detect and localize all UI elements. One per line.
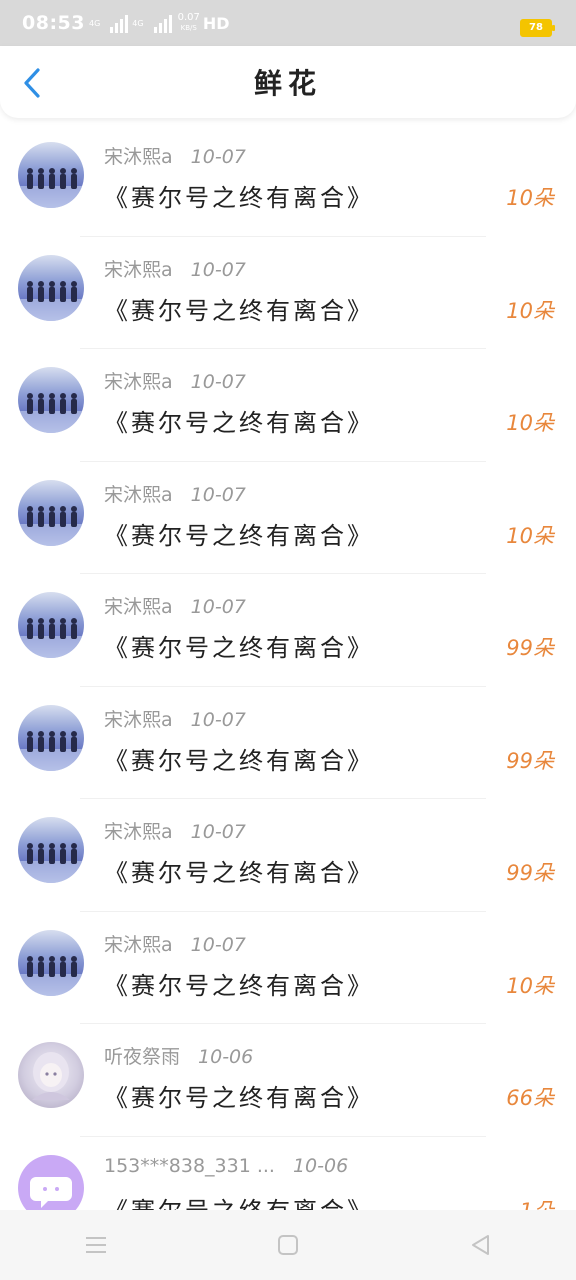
signal-icon <box>110 13 129 33</box>
status-time: 08:53 <box>22 12 85 34</box>
sender-name[interactable]: 宋沐熙a <box>104 146 173 168</box>
sender-name[interactable]: 宋沐熙a <box>104 259 173 281</box>
avatar-group-silhouette[interactable] <box>18 704 84 771</box>
list-item[interactable]: 宋沐熙a 10-07 《赛尔号之终有离合》 10朵 <box>0 912 576 1024</box>
sender-name[interactable]: 宋沐熙a <box>104 709 173 731</box>
avatar-anime-girl[interactable] <box>18 1042 84 1108</box>
flower-count: 99朵 <box>506 636 554 660</box>
list-item[interactable]: 听夜祭雨 10-06 《赛尔号之终有离合》 66朵 <box>0 1024 576 1137</box>
network-type-2: 4G <box>132 18 144 28</box>
network-speed-unit: KB/S <box>180 24 197 32</box>
sender-name[interactable]: 宋沐熙a <box>104 484 173 506</box>
chevron-left-icon <box>24 68 40 98</box>
network-speed: 0.07 KB/S <box>178 13 200 33</box>
gift-date: 10-07 <box>190 596 246 618</box>
avatar-group-silhouette[interactable] <box>18 929 84 996</box>
sender-line: 听夜祭雨 10-06 <box>104 1042 253 1069</box>
book-title[interactable]: 《赛尔号之终有离合》 <box>104 403 374 438</box>
menu-button[interactable] <box>76 1225 116 1265</box>
network-type-1: 4G <box>88 18 101 28</box>
book-title[interactable]: 《赛尔号之终有离合》 <box>104 1078 374 1113</box>
menu-icon <box>86 1237 106 1253</box>
sender-line: 宋沐熙a 10-07 <box>104 367 246 394</box>
avatar-group-silhouette[interactable] <box>18 367 84 433</box>
sender-name[interactable]: 宋沐熙a <box>104 371 173 393</box>
sender-name[interactable]: 听夜祭雨 <box>104 1046 180 1068</box>
status-bar: 08:53 4G 4G 0.07 KB/S HD 78 <box>0 0 576 46</box>
book-title[interactable]: 《赛尔号之终有离合》 <box>104 178 374 213</box>
gift-date: 10-07 <box>190 371 246 393</box>
flower-count: 99朵 <box>506 748 554 773</box>
home-button[interactable] <box>268 1225 308 1265</box>
list-item[interactable]: 宋沐熙a 10-07 《赛尔号之终有离合》 10朵 <box>0 124 576 237</box>
sender-line: 宋沐熙a 10-07 <box>104 705 246 732</box>
book-title[interactable]: 《赛尔号之终有离合》 <box>104 516 374 551</box>
book-title[interactable]: 《赛尔号之终有离合》 <box>104 628 374 663</box>
gift-date: 10-07 <box>190 146 246 168</box>
nav-back-button[interactable] <box>460 1225 500 1265</box>
sender-line: 宋沐熙a 10-07 <box>104 817 246 844</box>
list-item[interactable]: 宋沐熙a 10-07 《赛尔号之终有离合》 99朵 <box>0 574 576 687</box>
flower-count: 99朵 <box>506 861 554 885</box>
network-speed-value: 0.07 <box>177 12 200 23</box>
list-item[interactable]: 宋沐熙a 10-07 《赛尔号之终有离合》 99朵 <box>0 799 576 912</box>
book-title[interactable]: 《赛尔号之终有离合》 <box>104 966 374 1001</box>
hd-indicator: HD <box>202 13 230 33</box>
book-title[interactable]: 《赛尔号之终有离合》 <box>104 741 374 776</box>
sender-name[interactable]: 153***838_331 ... <box>104 1155 275 1177</box>
avatar-group-silhouette[interactable] <box>18 479 84 546</box>
flower-count: 10朵 <box>506 298 554 323</box>
sender-name[interactable]: 宋沐熙a <box>104 934 173 956</box>
sender-line: 153***838_331 ... 10-06 <box>104 1155 348 1177</box>
page-title: 鲜花 <box>253 67 322 100</box>
flower-count: 10朵 <box>506 973 554 998</box>
flower-count: 10朵 <box>506 523 554 548</box>
gift-date: 10-07 <box>190 258 246 281</box>
sender-line: 宋沐熙a 10-07 <box>104 592 246 619</box>
gift-date: 10-07 <box>190 708 246 731</box>
signal-icon-2 <box>153 13 172 33</box>
flower-count: 66朵 <box>506 1086 554 1110</box>
gift-date: 10-07 <box>190 821 246 843</box>
book-title[interactable]: 《赛尔号之终有离合》 <box>104 853 374 888</box>
flower-count: 10朵 <box>506 186 554 210</box>
avatar-group-silhouette[interactable] <box>18 254 84 321</box>
flower-list: 宋沐熙a 10-07 《赛尔号之终有离合》 10朵 宋沐熙a 10-07 《赛尔号之终有离合… <box>0 124 576 1249</box>
back-button[interactable] <box>18 66 48 100</box>
gift-date: 10-07 <box>190 933 246 956</box>
sender-name[interactable]: 宋沐熙a <box>104 596 173 618</box>
sender-line: 宋沐熙a 10-07 <box>104 142 246 169</box>
sender-line: 宋沐熙a 10-07 <box>104 930 246 957</box>
home-square-icon <box>278 1235 298 1255</box>
list-item[interactable]: 宋沐熙a 10-07 《赛尔号之终有离合》 99朵 <box>0 687 576 799</box>
sender-line: 宋沐熙a 10-07 <box>104 480 246 507</box>
flower-count: 10朵 <box>506 411 554 435</box>
list-item[interactable]: 宋沐熙a 10-07 《赛尔号之终有离合》 10朵 <box>0 349 576 462</box>
back-triangle-icon <box>472 1235 489 1255</box>
book-title[interactable]: 《赛尔号之终有离合》 <box>104 291 374 326</box>
avatar-group-silhouette[interactable] <box>18 817 84 883</box>
gift-date: 10-07 <box>190 483 246 506</box>
avatar-group-silhouette[interactable] <box>18 592 84 658</box>
list-item[interactable]: 宋沐熙a 10-07 《赛尔号之终有离合》 10朵 <box>0 237 576 349</box>
battery-level: 78 <box>529 22 543 33</box>
avatar-group-silhouette[interactable] <box>18 142 84 208</box>
gift-date: 10-06 <box>198 1046 254 1068</box>
battery-icon: 78 <box>520 19 555 37</box>
sender-name[interactable]: 宋沐熙a <box>104 821 173 843</box>
list-item[interactable]: 宋沐熙a 10-07 《赛尔号之终有离合》 10朵 <box>0 462 576 574</box>
sender-line: 宋沐熙a 10-07 <box>104 255 246 282</box>
gift-date: 10-06 <box>292 1154 349 1177</box>
system-nav-bar <box>0 1210 576 1280</box>
page-header: 鲜花 <box>0 46 576 118</box>
